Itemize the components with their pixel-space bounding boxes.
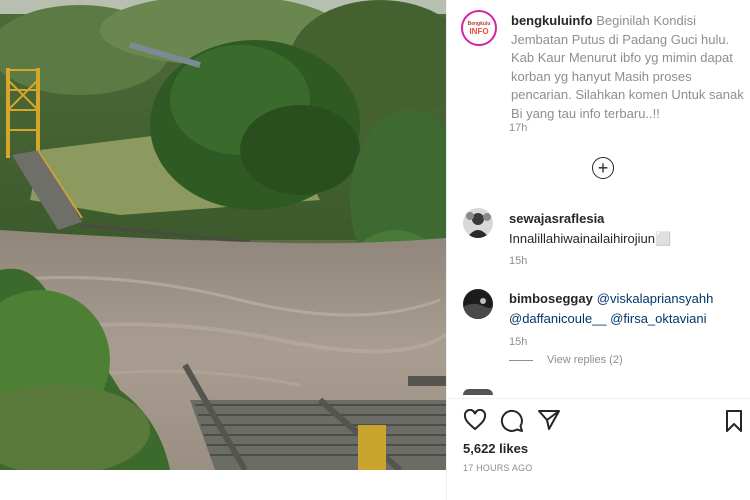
save-button[interactable] — [723, 409, 745, 438]
user-avatar-icon — [463, 289, 493, 319]
view-replies-label: View replies (2) — [547, 354, 623, 366]
post-photo[interactable] — [0, 0, 446, 470]
mention-link[interactable]: @firsa_oktaviani — [610, 311, 706, 326]
comment-timestamp[interactable]: 15h — [509, 255, 527, 267]
bookmark-icon — [726, 410, 742, 432]
brand-logo: Bengkulu INFO — [465, 14, 493, 42]
caption-text: bengkuluinfo Beginilah Kondisi Jembatan … — [511, 12, 747, 123]
heart-icon — [463, 408, 487, 431]
post-timestamp[interactable]: 17 HOURS AGO — [463, 463, 532, 473]
comment-bubble-icon — [500, 409, 523, 432]
user-avatar-icon — [463, 208, 493, 238]
like-button[interactable] — [463, 408, 487, 436]
comment-username[interactable]: bimboseggay — [509, 291, 593, 306]
comment-text: sewajasraflesia Innalillahiwainailaihiro… — [509, 209, 747, 249]
avatar[interactable] — [463, 389, 493, 395]
caption-body: Beginilah Kondisi Jembatan Putus di Pada… — [511, 13, 744, 121]
avatar[interactable] — [463, 208, 493, 238]
comment-timestamp[interactable]: 15h — [509, 336, 527, 348]
comments-panel: Bengkulu INFO bengkuluinfo Beginilah Kon… — [446, 0, 750, 500]
view-replies-button[interactable]: View replies (2) — [509, 354, 623, 366]
flood-bridge-photo — [0, 0, 446, 470]
comment-text: bimboseggay @viskalapriansyahh @daffanico… — [509, 289, 747, 329]
paper-plane-icon — [538, 410, 560, 430]
avatar[interactable] — [463, 289, 493, 319]
comment-button[interactable] — [500, 409, 524, 438]
mention-link[interactable]: @viskalapriansyahh — [597, 291, 714, 306]
load-more-comments-button[interactable]: + — [592, 157, 614, 179]
mention-link[interactable]: @daffanicoule__ — [509, 311, 607, 326]
plus-circle-icon: + — [597, 158, 609, 178]
likes-count[interactable]: 5,622 likes — [463, 441, 528, 456]
brand-logo-bottom: INFO — [469, 26, 489, 36]
brand-avatar[interactable]: Bengkulu INFO — [461, 10, 497, 46]
comment-username[interactable]: sewajasraflesia — [509, 211, 604, 226]
post-actions: 5,622 likes 17 HOURS AGO — [447, 398, 750, 500]
caption-timestamp[interactable]: 17h — [509, 122, 527, 134]
comment-body: Innalillahiwainailaihirojiun⬜ — [509, 231, 672, 246]
divider — [509, 359, 533, 361]
share-button[interactable] — [537, 409, 561, 436]
caption-username[interactable]: bengkuluinfo — [511, 13, 593, 28]
